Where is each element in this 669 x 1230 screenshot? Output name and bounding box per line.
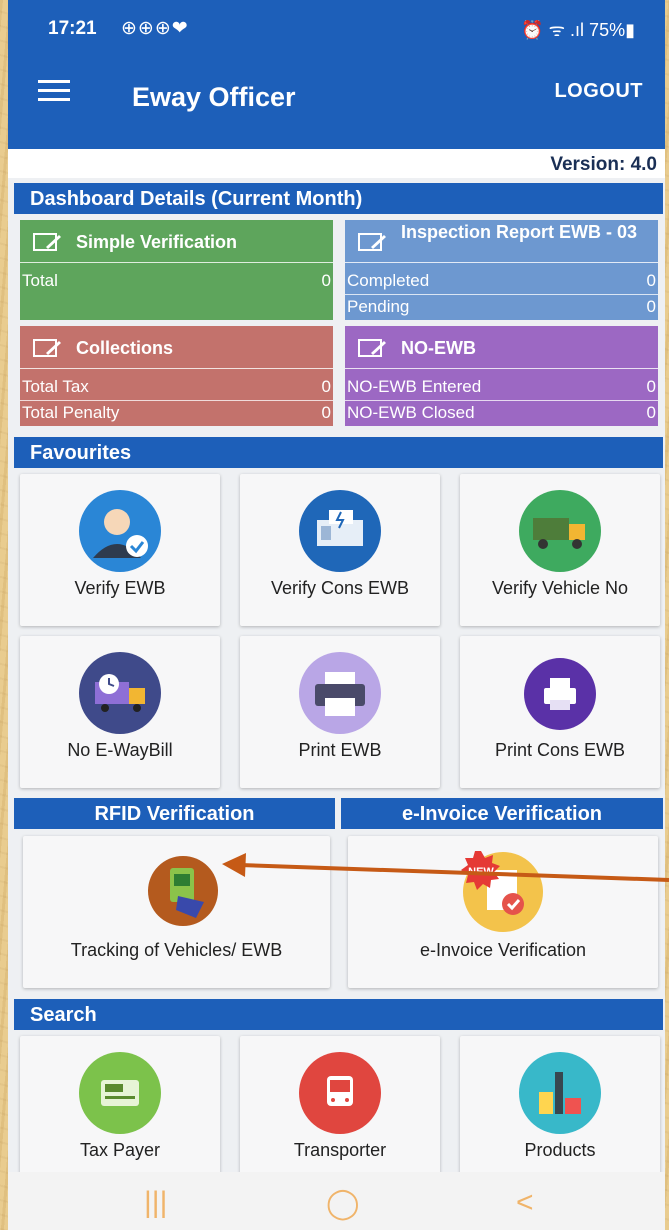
annotation-arrow (222, 853, 669, 882)
